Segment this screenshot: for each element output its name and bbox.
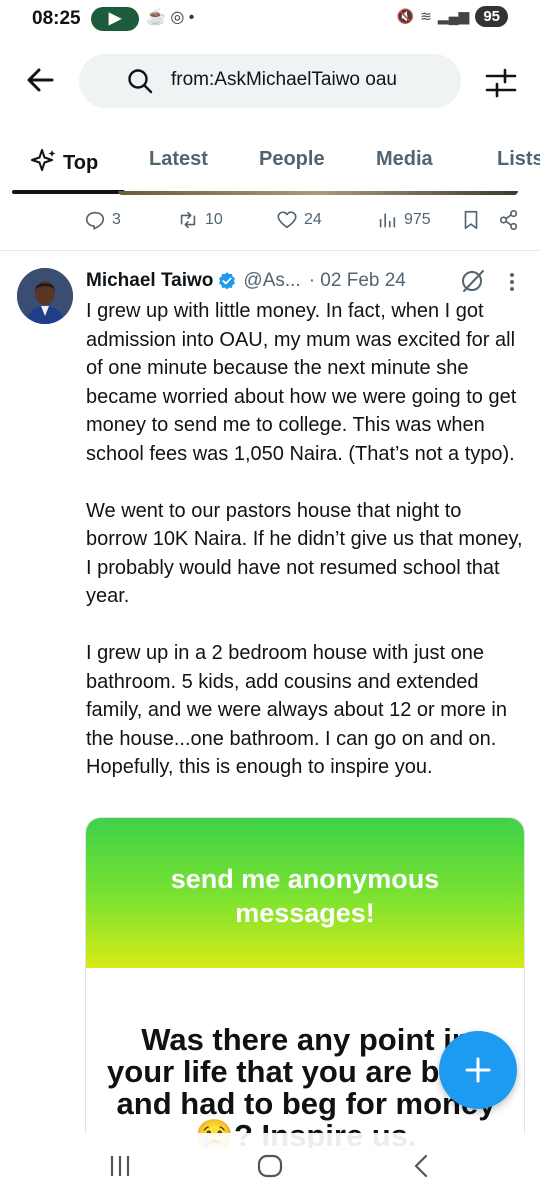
- search-icon: [128, 69, 153, 94]
- views-count: 975: [404, 211, 431, 228]
- media-header-text: send me anonymous messages!: [86, 862, 524, 930]
- reply-button[interactable]: 3: [84, 209, 121, 231]
- active-tab-indicator: [12, 190, 125, 194]
- tweet-divider: [0, 250, 540, 251]
- reply-icon: [85, 211, 105, 230]
- sparkle-icon: [31, 149, 56, 171]
- plus-icon: [465, 1057, 491, 1083]
- bookmark-button[interactable]: [460, 209, 482, 231]
- search-query[interactable]: from:AskMichaelTaiwo oau: [171, 69, 397, 91]
- status-bar: 08:25 ▶ ☕ ◎ • 🔇 ≋ ▂▄▆ 95: [0, 0, 540, 40]
- avatar[interactable]: [17, 268, 73, 324]
- tweet-header: Michael Taiwo @As... · 02 Feb 24: [86, 266, 406, 296]
- tweet-paragraph: I grew up with little money. In fact, wh…: [86, 300, 517, 465]
- back-nav-icon[interactable]: [410, 1153, 432, 1179]
- search-header: from:AskMichaelTaiwo oau: [0, 52, 540, 112]
- signal-icon: ▂▄▆: [437, 8, 470, 24]
- mute-icon: 🔇: [396, 8, 415, 24]
- tweet-paragraph: We went to our pastors house that night …: [86, 499, 523, 608]
- search-tabs: Top Latest People Media Lists: [0, 130, 540, 194]
- recent-apps-icon[interactable]: [108, 1153, 132, 1179]
- like-count: 24: [304, 211, 322, 228]
- filter-settings-icon[interactable]: [484, 66, 518, 100]
- repost-count: 10: [205, 211, 223, 228]
- compose-button[interactable]: [439, 1031, 517, 1109]
- bookmark-icon: [464, 210, 478, 230]
- battery-indicator: 95: [475, 6, 508, 27]
- previous-tweet-actions: 3 10 24 975: [0, 205, 540, 245]
- notification-icons: ☕ ◎ •: [146, 9, 195, 26]
- reply-count: 3: [112, 211, 121, 228]
- share-button[interactable]: [498, 209, 520, 231]
- heart-icon: [277, 211, 297, 229]
- share-icon: [499, 210, 518, 230]
- views-button[interactable]: 975: [376, 209, 431, 231]
- system-navigation-bar: [0, 1133, 540, 1200]
- search-field[interactable]: from:AskMichaelTaiwo oau: [79, 54, 461, 108]
- more-options-icon[interactable]: [504, 270, 520, 294]
- repost-button[interactable]: 10: [177, 209, 223, 231]
- media-header-line2: messages!: [235, 898, 375, 928]
- home-icon[interactable]: [256, 1153, 284, 1179]
- tab-latest[interactable]: Latest: [149, 148, 208, 171]
- media-header-line1: send me anonymous: [170, 864, 440, 894]
- status-time: 08:25: [32, 8, 81, 29]
- like-button[interactable]: 24: [276, 209, 322, 231]
- system-status-icons: 🔇 ≋ ▂▄▆ 95: [397, 6, 508, 27]
- previous-tweet-media-edge: [118, 191, 518, 195]
- tweet-text: I grew up with little money. In fact, wh…: [86, 297, 526, 782]
- repost-icon: [180, 211, 196, 229]
- tab-lists[interactable]: Lists: [497, 148, 540, 171]
- back-arrow-icon[interactable]: [22, 62, 58, 98]
- tab-top-label: Top: [63, 152, 99, 174]
- author-name[interactable]: Michael Taiwo: [86, 270, 213, 292]
- avatar-portrait-icon: [17, 268, 73, 324]
- tab-media[interactable]: Media: [376, 148, 433, 171]
- tab-top[interactable]: Top: [31, 148, 98, 175]
- author-handle[interactable]: @As...: [243, 270, 300, 292]
- grok-icon[interactable]: [460, 268, 486, 294]
- views-chart-icon: [379, 213, 396, 228]
- media-gradient-header: send me anonymous messages!: [86, 818, 524, 968]
- tweet-date[interactable]: · 02 Feb 24: [309, 270, 406, 292]
- tweet-paragraph: I grew up in a 2 bedroom house with just…: [86, 642, 507, 778]
- wifi-icon: ≋: [420, 8, 432, 24]
- tab-people[interactable]: People: [259, 148, 325, 171]
- verified-badge-icon: [219, 272, 236, 290]
- media-app-icon: ▶: [91, 7, 139, 31]
